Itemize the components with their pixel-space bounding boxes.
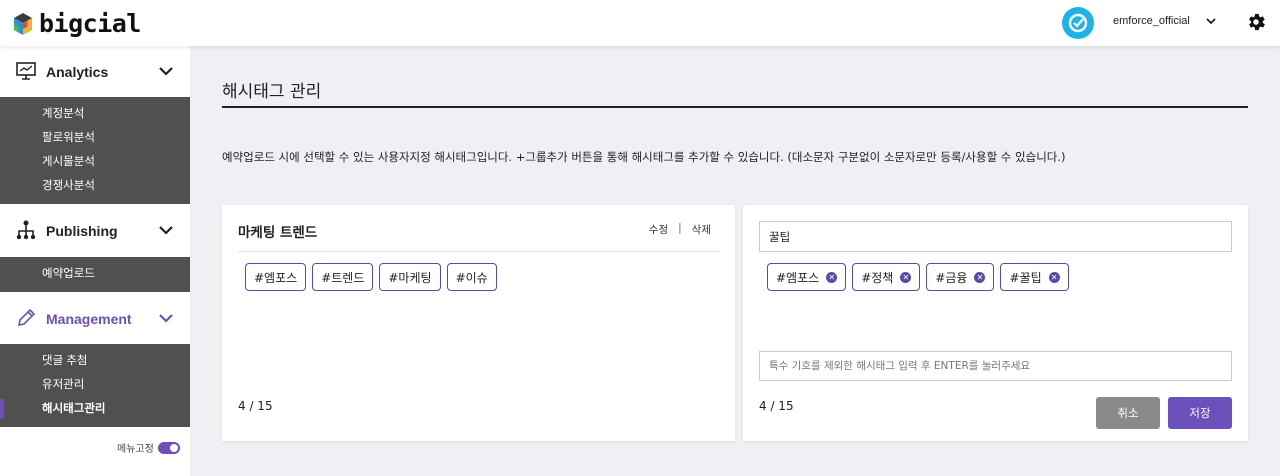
cancel-button[interactable]: 취소 [1096, 397, 1160, 429]
sidebar: Analytics 계정분석 팔로워분석 게시물분석 경쟁사분석 Publish… [0, 46, 190, 476]
management-submenu: 댓글 추첨 유저관리 해시태그관리 [0, 344, 190, 427]
gear-icon[interactable] [1245, 11, 1267, 33]
hashtag-chip: #엠포스 ✕ [767, 263, 847, 291]
tag-count: 4 / 15 [759, 399, 794, 413]
top-bar: bigcial emforce_official [0, 0, 1280, 46]
sidebar-item-account-analysis[interactable]: 계정분석 [0, 102, 190, 126]
sidebar-item-scheduled-upload[interactable]: 예약업로드 [0, 262, 190, 286]
group-name-input[interactable] [759, 221, 1232, 252]
sidebar-item-comment-draw[interactable]: 댓글 추첨 [0, 349, 190, 373]
sidebar-item-competitor-analysis[interactable]: 경쟁사분석 [0, 174, 190, 198]
page-title: 해시태그 관리 [222, 82, 322, 102]
menu-pin: 메뉴고정 [117, 440, 180, 455]
chevron-up-icon [159, 314, 173, 323]
hashtag-chip-label: #금융 [935, 270, 968, 285]
hashtag-chip: #트렌드 [312, 263, 374, 291]
sidebar-item-hashtag-management[interactable]: 해시태그관리 [0, 397, 190, 421]
sidebar-section-label: Publishing [46, 222, 118, 239]
hashtag-chip: #꿀팁 ✕ [1000, 263, 1069, 291]
network-icon [16, 220, 36, 240]
delete-group-button[interactable]: 삭제 [692, 222, 711, 237]
menu-pin-toggle[interactable] [157, 441, 180, 454]
analytics-submenu: 계정분석 팔로워분석 게시물분석 경쟁사분석 [0, 97, 190, 204]
publishing-submenu: 예약업로드 [0, 257, 190, 292]
tag-list: #엠포스 #트렌드 #마케팅 #이슈 [245, 263, 497, 291]
group-name: 마케팅 트렌드 [238, 225, 318, 241]
sidebar-section-analytics[interactable]: Analytics [0, 46, 190, 97]
save-button[interactable]: 저장 [1168, 397, 1232, 429]
sidebar-item-post-analysis[interactable]: 게시물분석 [0, 150, 190, 174]
edit-group-button[interactable]: 수정 [649, 222, 668, 237]
sidebar-section-publishing[interactable]: Publishing [0, 205, 190, 256]
logo[interactable]: bigcial [13, 9, 141, 38]
logo-cube-icon [14, 12, 32, 35]
card-divider [238, 251, 719, 252]
hashtag-chip: #엠포스 [245, 263, 307, 291]
hashtag-chip: #마케팅 [379, 263, 441, 291]
sidebar-section-label: Management [46, 310, 132, 327]
remove-tag-icon[interactable]: ✕ [1048, 271, 1060, 283]
chevron-down-icon[interactable] [1205, 15, 1217, 27]
title-divider [222, 106, 1248, 108]
remove-tag-icon[interactable]: ✕ [900, 271, 912, 283]
hashtag-chip: #정책 ✕ [852, 263, 921, 291]
tag-count: 4 / 15 [238, 399, 273, 413]
chevron-up-icon [159, 226, 173, 235]
hashtag-chip-label: #꿀팁 [1009, 270, 1042, 285]
page-description: 예약업로드 시에 선택할 수 있는 사용자지정 해시태그입니다. +그룹추가 버… [222, 150, 1066, 164]
pencil-icon [17, 308, 36, 327]
menu-pin-label: 메뉴고정 [117, 444, 154, 455]
group-actions: 수정 | 삭제 [649, 222, 711, 237]
monitor-chart-icon [16, 62, 36, 80]
editor-tag-list: #엠포스 ✕ #정책 ✕ #금융 ✕ #꿀팁 ✕ [767, 263, 1069, 291]
hashtag-chip-label: #엠포스 [776, 270, 820, 285]
sidebar-section-management[interactable]: Management [0, 293, 190, 344]
sidebar-section-label: Analytics [46, 63, 109, 80]
user-avatar-icon[interactable] [1062, 7, 1094, 39]
username[interactable]: emforce_official [1113, 15, 1190, 27]
chevron-up-icon [159, 67, 173, 76]
logo-text: bigcial [39, 9, 141, 38]
action-separator: | [678, 222, 682, 234]
hashtag-group-editor: #엠포스 ✕ #정책 ✕ #금융 ✕ #꿀팁 ✕ 4 / 15 취소 저장 [743, 205, 1248, 441]
hashtag-chip: #금융 ✕ [926, 263, 995, 291]
hashtag-chip: #이슈 [446, 263, 497, 291]
remove-tag-icon[interactable]: ✕ [826, 271, 838, 283]
sidebar-item-user-management[interactable]: 유저관리 [0, 373, 190, 397]
hashtag-group-card: 마케팅 트렌드 수정 | 삭제 #엠포스 #트렌드 #마케팅 #이슈 4 / 1… [222, 205, 735, 441]
hashtag-chip-label: #정책 [861, 270, 894, 285]
remove-tag-icon[interactable]: ✕ [974, 271, 986, 283]
sidebar-item-follower-analysis[interactable]: 팔로워분석 [0, 126, 190, 150]
hashtag-input[interactable] [759, 351, 1232, 381]
